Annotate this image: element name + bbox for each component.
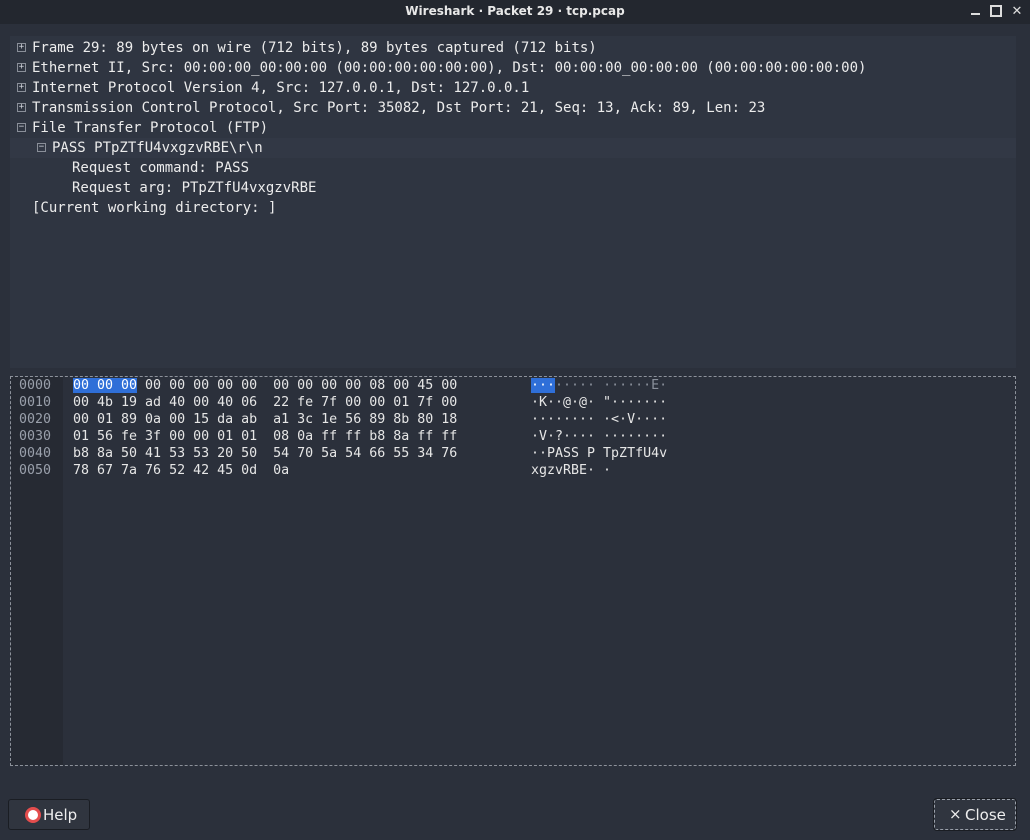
tree-row-label: Transmission Control Protocol, Src Port:… [32, 100, 766, 116]
expand-icon[interactable]: + [17, 103, 26, 112]
tree-row-label: PASS PTpZTfU4vxgzvRBE\r\n [52, 140, 263, 156]
hex-selection[interactable]: 00 00 00 [73, 378, 138, 393]
tree-row-cwd[interactable]: [Current working directory: ] [10, 198, 1016, 218]
ascii-row[interactable]: ··PASS P TpZTfU4v [531, 445, 667, 462]
close-icon: ✕ [1011, 4, 1023, 19]
tree-row-label: Request command: PASS [72, 160, 250, 176]
hex-bytes[interactable]: 00 4b 19 ad 40 00 40 06 22 fe 7f 00 00 0… [73, 395, 457, 410]
byte-offset: 0000 [19, 378, 52, 393]
tree-row-ftp[interactable]: − File Transfer Protocol (FTP) [10, 118, 1016, 138]
hex-row[interactable]: 00 4b 19 ad 40 00 40 06 22 fe 7f 00 00 0… [73, 394, 457, 411]
tree-row-label: Ethernet II, Src: 00:00:00_00:00:00 (00:… [32, 60, 867, 76]
ascii-row[interactable]: ·K··@·@· "······· [531, 394, 667, 411]
tree-row-label: Internet Protocol Version 4, Src: 127.0.… [32, 80, 530, 96]
minimize-button[interactable] [966, 3, 984, 21]
expand-icon[interactable]: + [17, 43, 26, 52]
hex-bytes[interactable]: 00 01 89 0a 00 15 da ab a1 3c 1e 56 89 8… [73, 412, 457, 427]
title-bar: Wireshark · Packet 29 · tcp.pcap ✕ [0, 0, 1030, 24]
help-button[interactable]: Help [8, 799, 90, 830]
tree-row-label: [Current working directory: ] [32, 200, 277, 216]
help-button-label: Help [43, 806, 78, 824]
tree-row-tcp[interactable]: + Transmission Control Protocol, Src Por… [10, 98, 1016, 118]
close-x-icon: × [949, 805, 962, 823]
ascii-bytes[interactable]: xgzvRBE· · [531, 463, 611, 478]
hex-bytes[interactable]: 78 67 7a 76 52 42 45 0d 0a [73, 463, 289, 478]
hex-row[interactable]: b8 8a 50 41 53 53 20 50 54 70 5a 54 66 5… [73, 445, 457, 462]
lifebuoy-icon [25, 807, 41, 823]
minimize-icon [970, 12, 980, 15]
tree-row-request-command[interactable]: Request command: PASS [10, 158, 1016, 178]
hex-bytes[interactable]: b8 8a 50 41 53 53 20 50 54 70 5a 54 66 5… [73, 446, 457, 461]
ascii-bytes[interactable]: ·V·?···· ········ [531, 429, 667, 444]
tree-row-request-arg[interactable]: Request arg: PTpZTfU4vxgzvRBE [10, 178, 1016, 198]
tree-row-label: File Transfer Protocol (FTP) [32, 120, 269, 136]
ascii-row[interactable]: xgzvRBE· · [531, 462, 611, 479]
expand-icon[interactable]: + [17, 83, 26, 92]
expand-icon[interactable]: + [17, 63, 26, 72]
hex-row[interactable]: 00 00 00 00 00 00 00 00 00 00 00 00 08 0… [73, 377, 457, 394]
close-button-label: Close [965, 806, 1006, 824]
tree-row-ftp-pass[interactable]: − PASS PTpZTfU4vxgzvRBE\r\n [10, 138, 1016, 158]
tree-row-ethernet[interactable]: + Ethernet II, Src: 00:00:00_00:00:00 (0… [10, 58, 1016, 78]
ascii-row[interactable]: ········ ·<·V···· [531, 411, 667, 428]
close-window-button[interactable]: ✕ [1008, 3, 1026, 21]
close-button[interactable]: × Close [933, 798, 1017, 831]
hex-row[interactable]: 01 56 fe 3f 00 00 01 01 08 0a ff ff b8 8… [73, 428, 457, 445]
hex-row[interactable]: 78 67 7a 76 52 42 45 0d 0a [73, 462, 289, 479]
collapse-icon[interactable]: − [37, 143, 46, 152]
maximize-button[interactable] [987, 3, 1005, 21]
byte-offset: 0010 [19, 395, 52, 410]
ascii-bytes[interactable]: ········ ·<·V···· [531, 412, 667, 427]
ascii-row[interactable]: ·V·?···· ········ [531, 428, 667, 445]
window-title: Wireshark · Packet 29 · tcp.pcap [405, 4, 625, 18]
byte-offset: 0030 [19, 429, 52, 444]
packet-bytes-pane[interactable]: 0000 00 00 00 00 00 00 00 00 00 00 00 00… [10, 376, 1016, 766]
hex-bytes[interactable]: 00 00 00 00 00 00 00 00 00 08 00 45 00 [137, 378, 457, 393]
tree-row-ipv4[interactable]: + Internet Protocol Version 4, Src: 127.… [10, 78, 1016, 98]
byte-offset: 0040 [19, 446, 52, 461]
collapse-icon[interactable]: − [17, 123, 26, 132]
byte-offset: 0050 [19, 463, 52, 478]
maximize-icon [990, 4, 1002, 17]
ascii-selection[interactable]: ··· [531, 378, 556, 393]
ascii-bytes[interactable]: ·K··@·@· "······· [531, 395, 667, 410]
tree-row-label: Request arg: PTpZTfU4vxgzvRBE [72, 180, 317, 196]
ascii-bytes[interactable]: ··PASS P TpZTfU4v [531, 446, 667, 461]
hex-bytes[interactable]: 01 56 fe 3f 00 00 01 01 08 0a ff ff b8 8… [73, 429, 457, 444]
ascii-row[interactable]: ········ ······E· [531, 377, 667, 394]
tree-row-label: Frame 29: 89 bytes on wire (712 bits), 8… [32, 40, 597, 56]
packet-details-tree[interactable]: + Frame 29: 89 bytes on wire (712 bits),… [10, 36, 1016, 368]
byte-offset: 0020 [19, 412, 52, 427]
tree-row-frame[interactable]: + Frame 29: 89 bytes on wire (712 bits),… [10, 38, 1016, 58]
ascii-bytes[interactable]: ····· ······E· [555, 378, 667, 393]
hex-row[interactable]: 00 01 89 0a 00 15 da ab a1 3c 1e 56 89 8… [73, 411, 457, 428]
